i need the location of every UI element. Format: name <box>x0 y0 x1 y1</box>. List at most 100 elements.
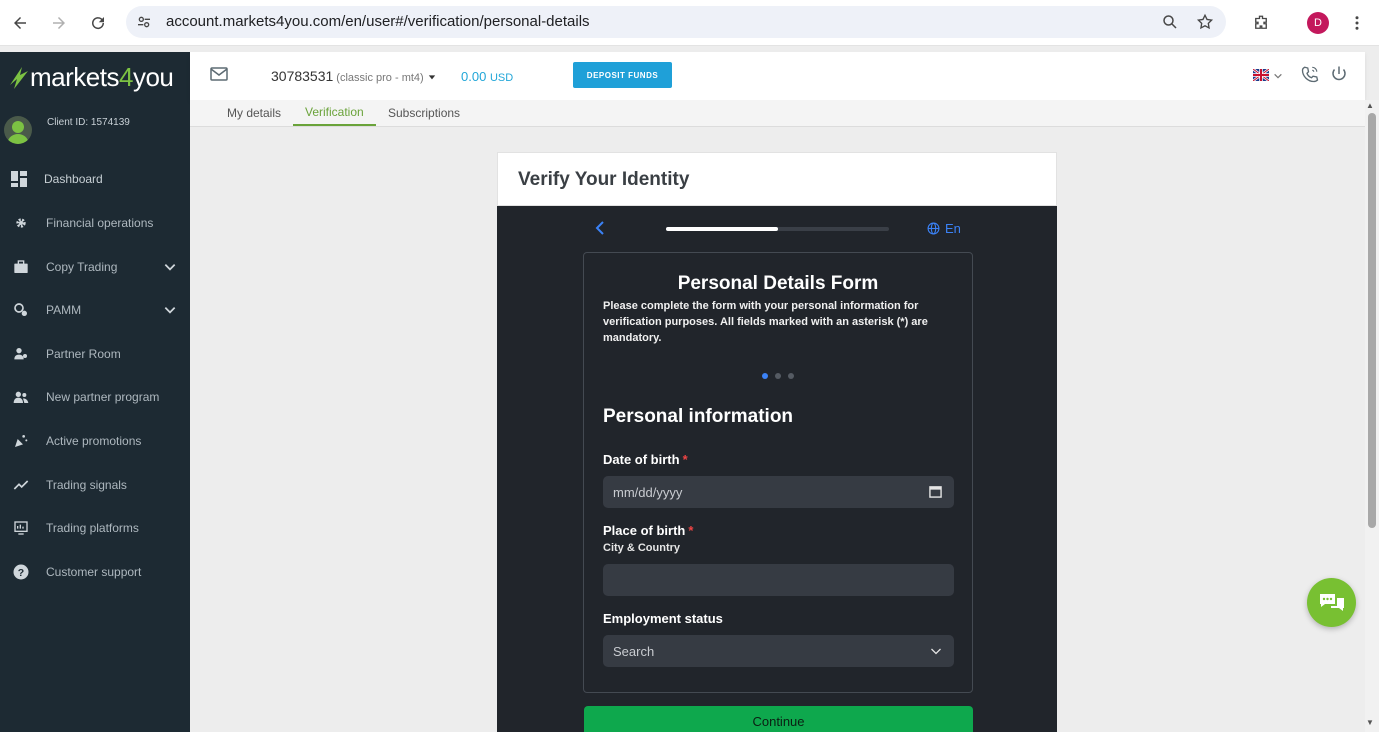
sidebar: markets 4 you Client ID: 1574139 Dashboard… <box>0 52 190 732</box>
language-selector[interactable]: En <box>927 221 961 236</box>
sidebar-item-label: Customer support <box>46 565 142 579</box>
section-title: Personal information <box>603 406 794 427</box>
account-selector[interactable]: 30783531 (classic pro - mt4) <box>271 68 436 84</box>
caret-down-icon <box>428 75 435 80</box>
page-dot <box>788 373 794 379</box>
pob-label: Place of birth * <box>603 523 693 538</box>
globe-icon <box>927 222 940 235</box>
sidebar-item-copy-trading[interactable]: Copy Trading <box>0 249 190 285</box>
chevron-down-icon[interactable] <box>162 259 178 275</box>
chevron-down-icon[interactable] <box>930 645 942 660</box>
avatar[interactable] <box>4 116 32 144</box>
sidebar-item-pamm[interactable]: PAMM <box>0 292 190 328</box>
sidebar-item-label: Trading platforms <box>46 521 139 535</box>
pob-hint: City & Country <box>603 542 680 554</box>
bookmark-star-icon[interactable] <box>1195 12 1215 32</box>
employment-label: Employment status <box>603 611 723 626</box>
sidebar-item-active-promotions[interactable]: Active promotions <box>0 423 190 459</box>
balance-currency: USD <box>489 72 514 84</box>
chevron-down-icon[interactable] <box>162 302 178 318</box>
gear-icon <box>12 214 30 232</box>
required-mark: * <box>682 452 688 467</box>
page-dot-active <box>762 373 768 379</box>
dob-label-text: Date of birth <box>603 452 680 467</box>
calendar-icon[interactable] <box>929 485 942 501</box>
logo-text-pre: markets <box>30 61 119 92</box>
zoom-icon[interactable] <box>1160 12 1180 32</box>
users-icon <box>12 388 30 406</box>
account-balance: 0.00 USD <box>461 69 513 84</box>
logo-mark-icon <box>10 67 28 89</box>
site-settings-icon[interactable] <box>134 12 154 32</box>
sidebar-item-label: Financial operations <box>46 216 154 230</box>
platform-icon <box>12 519 30 537</box>
step-progress-fill <box>666 227 778 231</box>
briefcase-icon <box>12 258 30 276</box>
account-type: (classic pro - mt4) <box>336 72 424 84</box>
reload-icon[interactable] <box>86 11 110 35</box>
sidebar-item-new-partner-program[interactable]: New partner program <box>0 379 190 415</box>
tab-subscriptions[interactable]: Subscriptions <box>388 100 460 126</box>
mail-icon[interactable] <box>210 67 228 86</box>
power-icon[interactable] <box>1330 65 1348 88</box>
page-dot <box>775 373 781 379</box>
logo-text-post: you <box>132 61 174 92</box>
live-chat-button[interactable] <box>1307 578 1356 627</box>
continue-button[interactable]: Continue <box>584 706 973 732</box>
step-progress-bar <box>666 227 889 231</box>
chevron-left-icon[interactable] <box>594 220 606 241</box>
personal-details-form: Personal Details Form Please complete th… <box>583 252 973 693</box>
dob-placeholder: mm/dd/yyyy <box>613 484 683 500</box>
phone-icon[interactable] <box>1301 65 1319 88</box>
pamm-icon <box>12 301 30 319</box>
sidebar-item-customer-support[interactable]: ? Customer support <box>0 554 190 590</box>
promo-icon <box>12 432 30 450</box>
scrollbar-thumb[interactable] <box>1368 113 1376 528</box>
sidebar-item-financial-operations[interactable]: Financial operations <box>0 205 190 241</box>
balance-value: 0.00 <box>461 69 487 84</box>
markets4you-logo[interactable]: markets 4 you <box>8 61 174 92</box>
scroll-down-arrow-icon[interactable]: ▼ <box>1366 718 1374 727</box>
sidebar-item-trading-platforms[interactable]: Trading platforms <box>0 510 190 546</box>
profile-tabs: My details Verification Subscriptions <box>190 100 1365 127</box>
tab-verification[interactable]: Verification <box>293 100 376 126</box>
sidebar-item-dashboard[interactable]: Dashboard <box>0 161 190 197</box>
extensions-icon[interactable] <box>1249 11 1273 35</box>
form-page-indicator <box>762 373 794 379</box>
dob-label: Date of birth * <box>603 452 688 467</box>
svg-text:?: ? <box>18 567 24 579</box>
verify-identity-card: Verify Your Identity <box>497 152 1057 206</box>
scroll-up-arrow-icon[interactable]: ▲ <box>1366 101 1374 110</box>
uk-flag-icon[interactable] <box>1252 68 1270 82</box>
client-id: Client ID: 1574139 <box>47 117 130 128</box>
sidebar-item-trading-signals[interactable]: Trading signals <box>0 467 190 503</box>
sidebar-item-label: New partner program <box>46 390 160 404</box>
employment-status-select[interactable]: Search <box>603 635 954 667</box>
chevron-down-icon[interactable] <box>1273 68 1283 86</box>
sidebar-item-label: Dashboard <box>44 172 103 186</box>
logo-text-four: 4 <box>118 61 133 92</box>
place-of-birth-input[interactable] <box>603 564 954 596</box>
sidebar-item-partner-room[interactable]: Partner Room <box>0 336 190 372</box>
form-title: Personal Details Form <box>677 273 879 294</box>
sidebar-item-label: PAMM <box>46 303 82 317</box>
form-description: Please complete the form with your perso… <box>603 300 928 344</box>
url-text: account.markets4you.com/en/user#/verific… <box>166 13 590 30</box>
browser-menu-icon[interactable] <box>1345 11 1369 35</box>
sidebar-item-label: Active promotions <box>46 434 142 448</box>
forward-arrow-icon[interactable] <box>47 11 71 35</box>
sidebar-item-label: Trading signals <box>46 478 127 492</box>
deposit-funds-button[interactable]: DEPOSIT FUNDS <box>573 62 672 88</box>
address-bar[interactable]: account.markets4you.com/en/user#/verific… <box>126 6 1226 38</box>
account-number: 30783531 <box>271 68 334 84</box>
dashboard-icon <box>10 170 28 188</box>
chart-line-icon <box>12 476 30 494</box>
browser-toolbar: account.markets4you.com/en/user#/verific… <box>0 0 1379 46</box>
chat-bubbles-icon <box>1319 593 1344 611</box>
tab-my-details[interactable]: My details <box>227 100 281 126</box>
back-arrow-icon[interactable] <box>8 11 32 35</box>
date-of-birth-input[interactable]: mm/dd/yyyy <box>603 476 954 508</box>
help-icon: ? <box>12 563 30 581</box>
partner-icon <box>12 345 30 363</box>
profile-avatar[interactable]: D <box>1307 12 1329 34</box>
